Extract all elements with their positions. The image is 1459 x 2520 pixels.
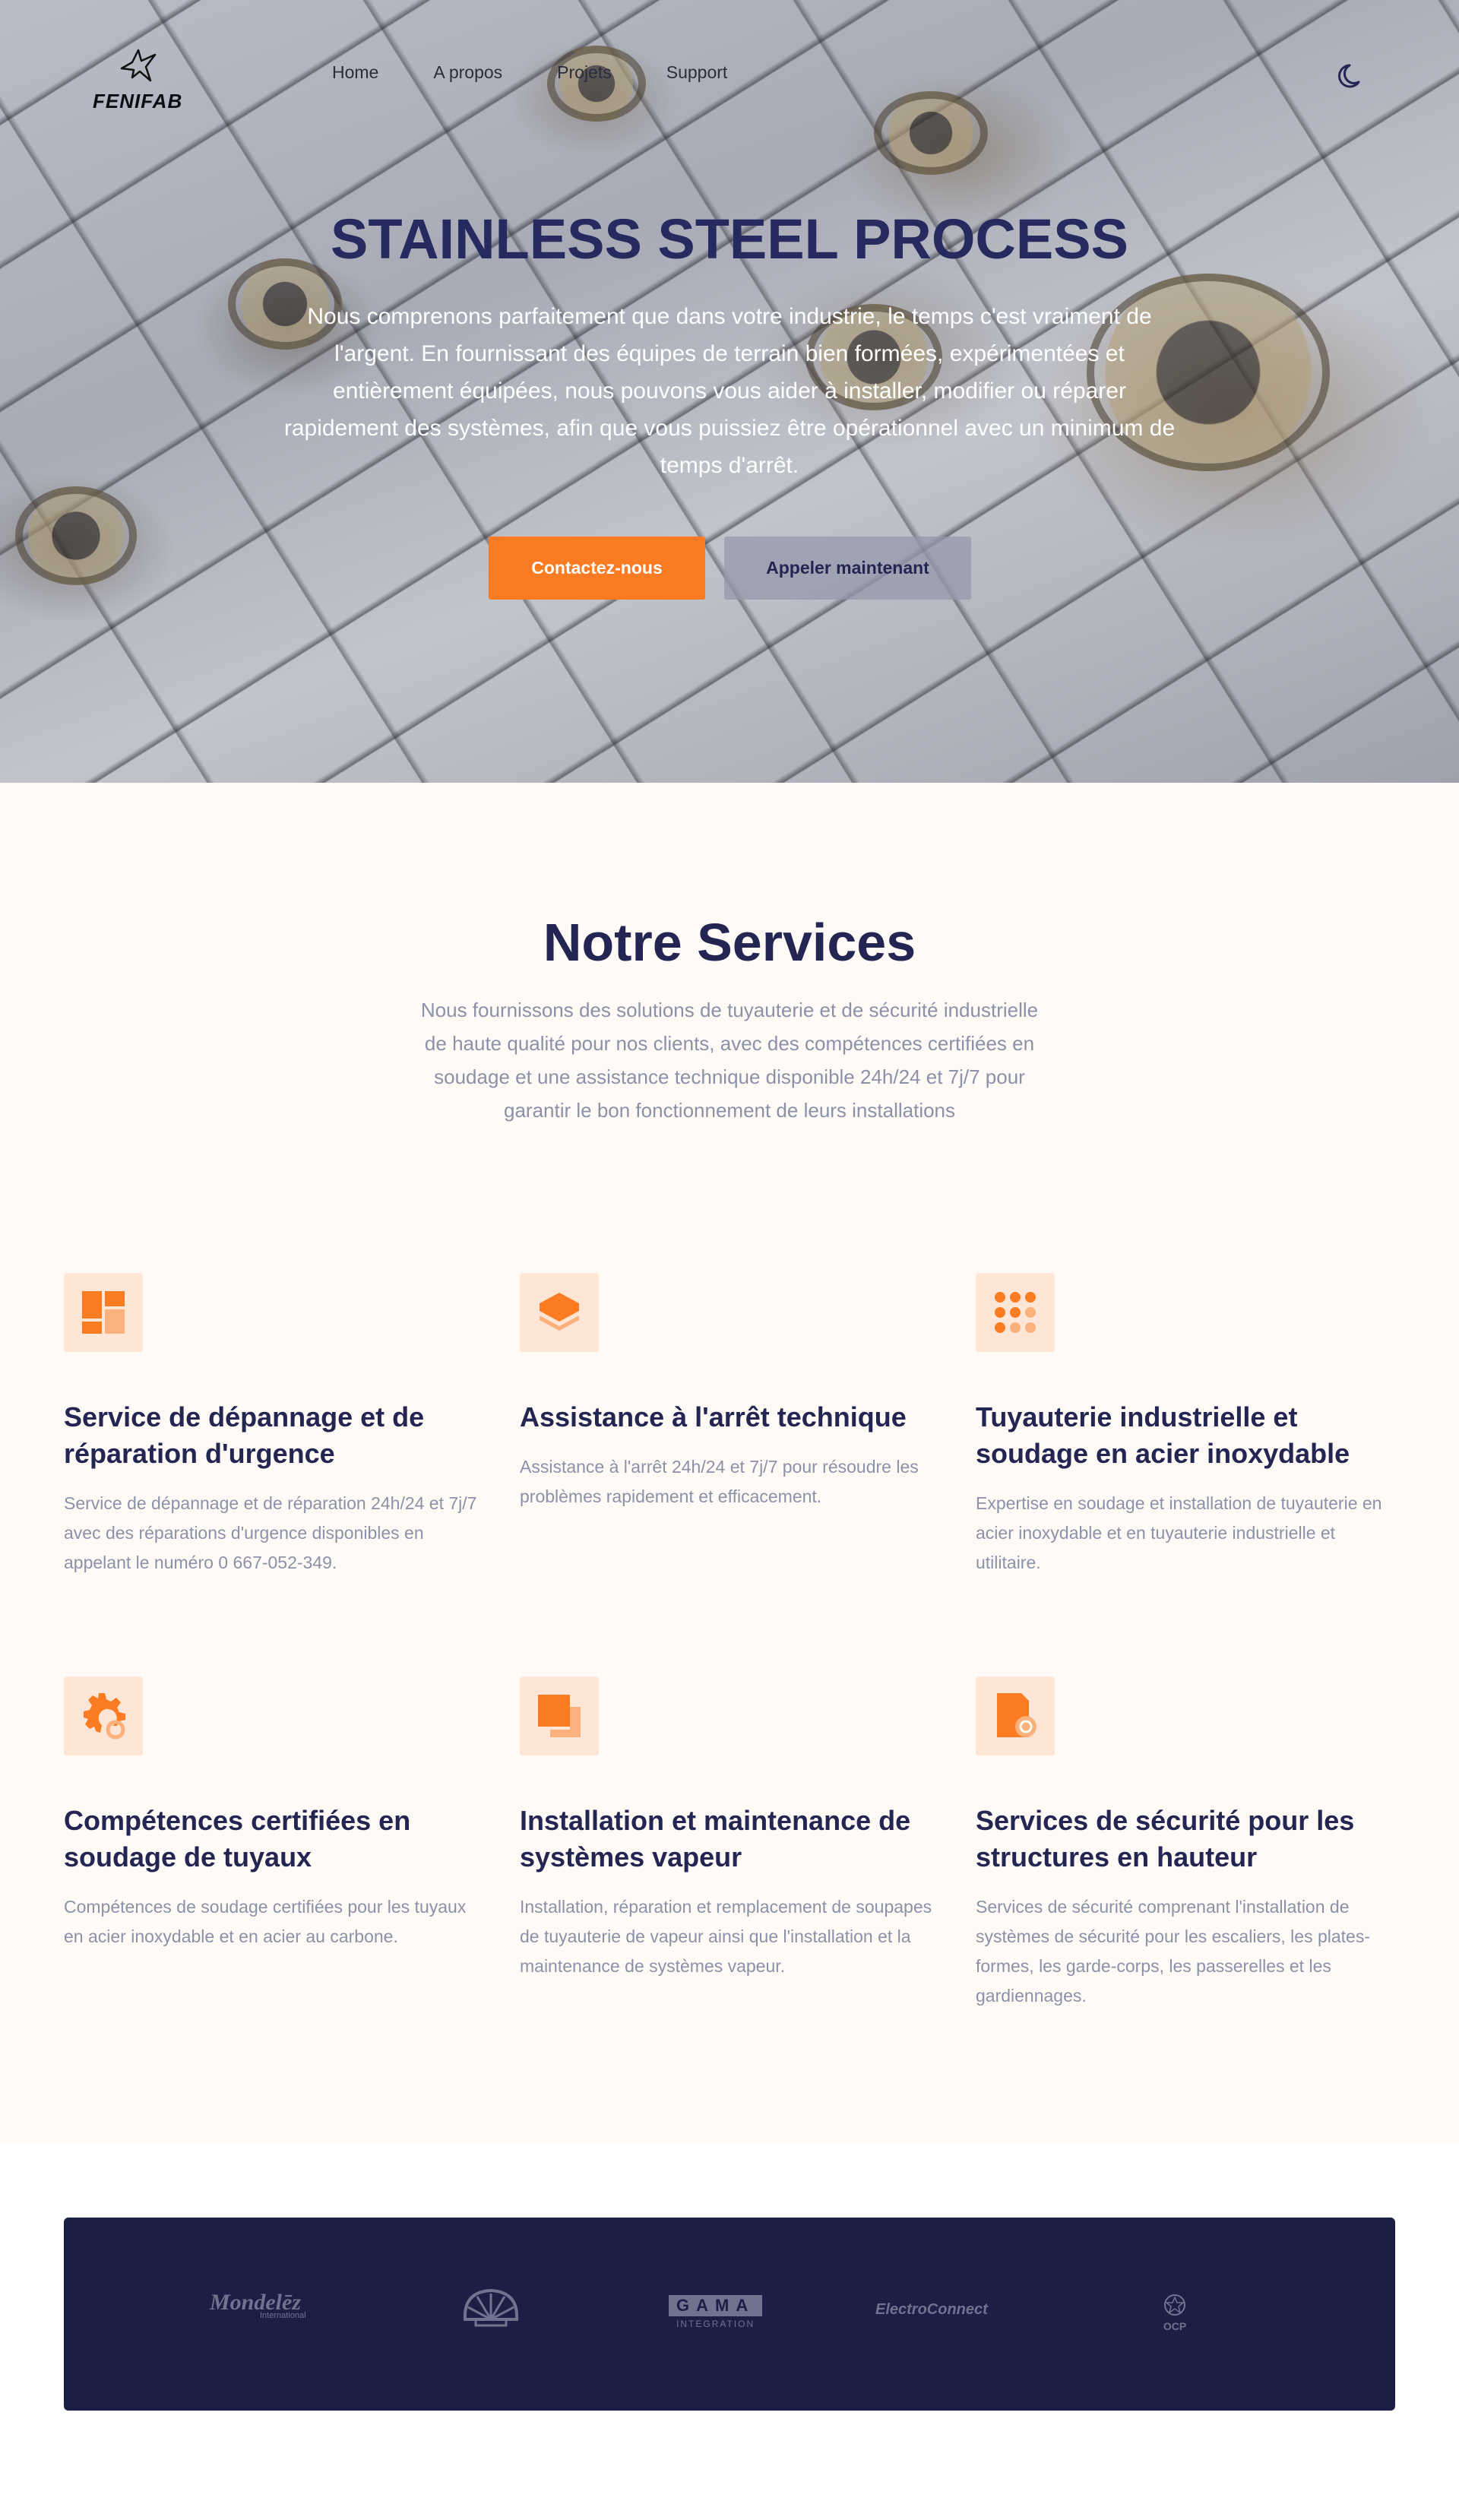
hero-section: FENIFAB Home A propos Projets Support ST…: [0, 0, 1459, 783]
hero-actions: Contactez-nous Appeler maintenant: [489, 537, 971, 600]
service-title: Services de sécurité pour les structures…: [976, 1805, 1355, 1873]
call-now-button[interactable]: Appeler maintenant: [724, 537, 971, 600]
service-card: Tuyauterie industrielle et soudage en ac…: [976, 1273, 1401, 1578]
services-title: Notre Services: [543, 913, 916, 972]
hero-background-image: [15, 486, 137, 585]
shell-icon: [463, 2288, 519, 2327]
squares-icon: [538, 1695, 581, 1737]
ocp-star-icon: [1164, 2294, 1185, 2316]
service-title: Installation et maintenance de systèmes …: [520, 1805, 911, 1873]
service-icon-box: [64, 1676, 143, 1755]
partner-subname: International: [260, 2311, 306, 2320]
partner-logo-shell: [460, 2286, 521, 2331]
theme-toggle-button[interactable]: [1336, 59, 1369, 93]
service-card: Assistance à l'arrêt technique Assistanc…: [520, 1273, 945, 1512]
service-icon-box: [976, 1273, 1055, 1352]
service-icon-box: [64, 1273, 143, 1352]
service-card: Installation et maintenance de systèmes …: [520, 1676, 945, 1981]
service-title: Tuyauterie industrielle et soudage en ac…: [976, 1401, 1350, 1469]
brand-name: FENIFAB: [93, 90, 183, 112]
partners-section: Mondelēz International GAMA INTEGRATION …: [0, 2143, 1459, 2520]
hero-description: Nous comprenons parfaitement que dans vo…: [283, 304, 1176, 478]
hero-title: STAINLESS STEEL PROCESS: [331, 207, 1128, 271]
partner-name: GAMA: [669, 2295, 763, 2316]
service-icon-box: [976, 1676, 1055, 1755]
service-description: Compétences de soudage certifiées pour l…: [64, 1897, 467, 1946]
partner-name: ElectroConnect: [875, 2301, 988, 2318]
brand-logo[interactable]: FENIFAB: [93, 44, 191, 112]
nav-link-a-propos[interactable]: A propos: [433, 62, 502, 83]
service-description: Assistance à l'arrêt 24h/24 et 7j/7 pour…: [520, 1457, 919, 1506]
dots-grid-icon: [995, 1292, 1036, 1333]
eagle-icon: [120, 49, 157, 82]
service-description: Installation, réparation et remplacement…: [520, 1897, 932, 1976]
partner-logo-mondelez: Mondelēz International: [210, 2290, 306, 2320]
services-section: Notre Services Nous fournissons des solu…: [0, 783, 1459, 2143]
document-refresh-icon: [997, 1693, 1036, 1737]
partner-logo-electroconnect: ElectroConnect: [875, 2301, 988, 2319]
contact-button[interactable]: Contactez-nous: [489, 537, 705, 600]
service-card: Services de sécurité pour les structures…: [976, 1676, 1401, 2011]
nav-link-home[interactable]: Home: [332, 62, 378, 83]
partner-subname: INTEGRATION: [676, 2319, 755, 2329]
service-title: Compétences certifiées en soudage de tuy…: [64, 1805, 411, 1873]
service-card: Compétences certifiées en soudage de tuy…: [64, 1676, 489, 1952]
partner-logo-ocp: OCP: [1158, 2294, 1192, 2332]
service-description: Services de sécurité comprenant l'instal…: [976, 1897, 1370, 2006]
service-card: Service de dépannage et de réparation d'…: [64, 1273, 489, 1578]
nav-link-projets[interactable]: Projets: [557, 62, 612, 83]
nav-link-support[interactable]: Support: [666, 62, 728, 83]
service-icon-box: [520, 1676, 599, 1755]
service-title: Service de dépannage et de réparation d'…: [64, 1401, 425, 1469]
layers-icon: [540, 1293, 579, 1331]
top-navigation: FENIFAB Home A propos Projets Support: [0, 0, 1459, 148]
nav-menu: Home A propos Projets Support: [332, 62, 782, 83]
service-description: Service de dépannage et de réparation 24…: [64, 1493, 477, 1572]
gear-refresh-icon: [84, 1693, 125, 1740]
moon-icon: [1338, 64, 1360, 88]
partners-panel: Mondelēz International GAMA INTEGRATION …: [64, 2218, 1395, 2411]
service-description: Expertise en soudage et installation de …: [976, 1493, 1382, 1572]
dashboard-icon: [82, 1291, 125, 1334]
service-icon-box: [520, 1273, 599, 1352]
service-title: Assistance à l'arrêt technique: [520, 1401, 907, 1433]
services-intro: Nous fournissons des solutions de tuyaut…: [420, 999, 1039, 1122]
partner-logo-gama: GAMA INTEGRATION: [669, 2295, 763, 2329]
partner-name: OCP: [1163, 2320, 1187, 2332]
